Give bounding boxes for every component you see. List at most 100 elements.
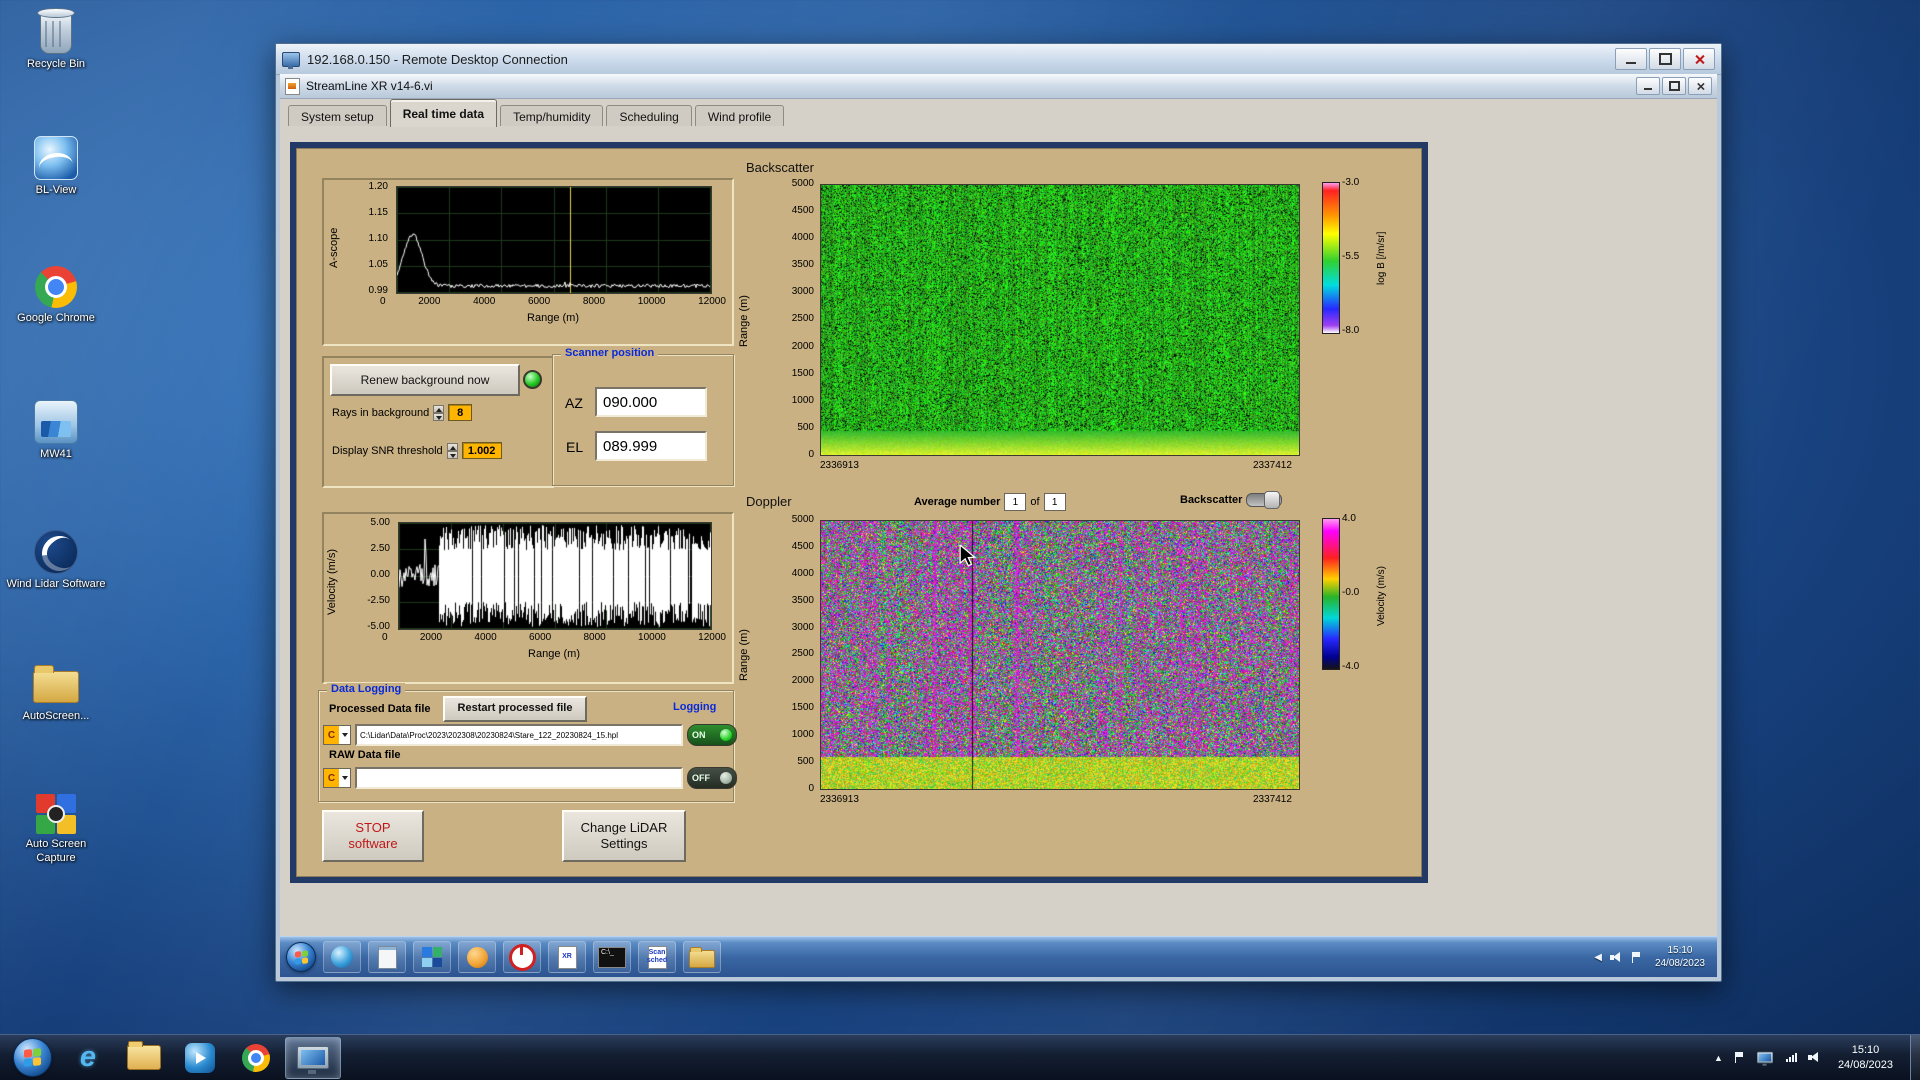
processed-path-field[interactable]: C:\Lidar\Data\Proc\2023\202308\20230824\…	[355, 724, 683, 746]
processed-drive-select[interactable]: C	[323, 725, 351, 745]
scanner-position-title: Scanner position	[561, 347, 658, 359]
taskbar-internet-explorer[interactable]: e	[61, 1038, 115, 1078]
a-scope-x-axis-label: Range (m)	[396, 312, 710, 324]
app-close-button[interactable]	[1688, 77, 1712, 95]
a-scope-y-ticks: 1.20 1.15 1.10 1.05 0.99	[346, 182, 388, 296]
snr-spinner[interactable]	[447, 443, 458, 459]
remote-taskbar-scan-scheduler[interactable]: Scan sched	[638, 941, 676, 973]
tick-label: 0.99	[369, 286, 388, 296]
average-number-control: Average number 1 of 1	[914, 493, 1066, 511]
toggle-knob	[720, 729, 732, 741]
tick-label: 0	[380, 297, 386, 307]
rdp-tray-icon[interactable]	[1757, 1052, 1773, 1064]
tab-system-setup[interactable]: System setup	[288, 105, 387, 127]
volume-icon[interactable]	[1610, 952, 1623, 963]
show-desktop-button[interactable]	[1910, 1035, 1920, 1080]
desktop-icon-recycle-bin[interactable]: Recycle Bin	[2, 8, 110, 72]
processed-data-file-label: Processed Data file	[329, 703, 431, 715]
taskbar-chrome[interactable]	[229, 1038, 283, 1078]
toggle-on-label: ON	[692, 730, 706, 740]
toggle-knob	[720, 772, 732, 784]
remote-taskbar-power[interactable]	[503, 941, 541, 973]
average-total-field[interactable]: 1	[1044, 493, 1066, 511]
desktop-icon-autoscreen-folder[interactable]: AutoScreen...	[2, 660, 110, 724]
rdp-maximize-button[interactable]	[1649, 48, 1681, 70]
desktop-icon-label: MW41	[40, 448, 72, 462]
chrome-icon	[35, 262, 77, 308]
tick-label: 5000	[792, 515, 814, 525]
app-titlebar[interactable]: StreamLine XR v14-6.vi	[280, 74, 1717, 99]
velocity-y-ticks: 5.00 2.50 0.00 -2.50 -5.00	[342, 518, 390, 632]
desktop-icon-wind-lidar[interactable]: Wind Lidar Software	[2, 528, 110, 592]
remote-taskbar-paint[interactable]	[458, 941, 496, 973]
remote-clock[interactable]: 15:10 24/08/2023	[1649, 944, 1711, 971]
doppler-colorbar	[1322, 518, 1340, 670]
tick-label: 1500	[792, 369, 814, 379]
raw-drive-select[interactable]: C	[323, 768, 351, 788]
tick-label: 12000	[698, 633, 726, 643]
windows-flag-icon	[295, 950, 308, 964]
desktop-icon-bl-view[interactable]: BL-View	[2, 134, 110, 198]
taskbar-remote-desktop[interactable]	[285, 1037, 341, 1079]
show-hidden-icons-arrow[interactable]: ▲	[1714, 1053, 1723, 1063]
rdp-close-button[interactable]	[1683, 48, 1715, 70]
start-button[interactable]	[5, 1038, 59, 1078]
taskbar-clock[interactable]: 15:10 24/08/2023	[1832, 1043, 1899, 1073]
network-icon[interactable]	[1786, 1053, 1797, 1062]
change-lidar-settings-button[interactable]: Change LiDAR Settings	[562, 810, 686, 862]
processed-path-row: C C:\Lidar\Data\Proc\2023\202308\2023082…	[323, 724, 737, 746]
restart-processed-file-button[interactable]: Restart processed file	[443, 696, 587, 722]
app-client-area: A-scope 1.20 1.15 1.10 1.05 0.99 0 2000 4000 60…	[280, 126, 1717, 937]
snr-value-field[interactable]: 1.002	[462, 442, 502, 459]
action-center-flag-icon[interactable]	[1631, 952, 1641, 963]
dropdown-arrow-icon	[339, 733, 350, 737]
tick-label: 2000	[792, 342, 814, 352]
az-label: AZ	[565, 395, 583, 411]
raw-path-field[interactable]	[355, 767, 683, 789]
stop-software-button[interactable]: STOP software	[322, 810, 424, 862]
tick-label: -5.00	[367, 622, 390, 632]
backscatter-doppler-slider[interactable]	[1246, 493, 1282, 507]
remote-taskbar-notepad[interactable]	[368, 941, 406, 973]
tick-label: 2500	[792, 314, 814, 324]
rays-spinner[interactable]	[433, 405, 444, 421]
desktop-icon-auto-screen-capture[interactable]: Auto Screen Capture	[2, 788, 110, 866]
rays-value-field[interactable]: 8	[448, 404, 472, 421]
hidden-icons-arrow[interactable]: ◀	[1594, 952, 1602, 963]
drive-letter: C	[324, 769, 339, 787]
taskbar-media-player[interactable]	[173, 1038, 227, 1078]
remote-taskbar-remote-tiles[interactable]	[413, 941, 451, 973]
processed-logging-toggle[interactable]: ON	[687, 724, 737, 746]
volume-icon[interactable]	[1808, 1052, 1821, 1063]
rdp-minimize-button[interactable]	[1615, 48, 1647, 70]
logging-label: Logging	[669, 701, 720, 713]
desktop-icon-mw41[interactable]: MW41	[2, 398, 110, 462]
el-value-field[interactable]: 089.999	[595, 431, 707, 461]
backscatter-toggle-control: Backscatter	[1180, 493, 1282, 507]
tab-wind-profile[interactable]: Wind profile	[695, 105, 784, 127]
average-number-field[interactable]: 1	[1004, 493, 1026, 511]
remote-taskbar-xr-app[interactable]: XR	[548, 941, 586, 973]
remote-taskbar-network-globe[interactable]	[323, 941, 361, 973]
desktop-icon-google-chrome[interactable]: Google Chrome	[2, 262, 110, 326]
tab-temp-humidity[interactable]: Temp/humidity	[500, 105, 603, 127]
rdp-window-title: 192.168.0.150 - Remote Desktop Connectio…	[307, 52, 568, 67]
az-value-field[interactable]: 090.000	[595, 387, 707, 417]
action-center-flag-icon[interactable]	[1734, 1052, 1744, 1063]
tick-label: -3.0	[1342, 178, 1359, 188]
taskbar-windows-explorer[interactable]	[117, 1038, 171, 1078]
desktop-icon-label: BL-View	[36, 184, 77, 198]
tab-scheduling[interactable]: Scheduling	[606, 105, 691, 127]
tab-real-time-data[interactable]: Real time data	[390, 99, 497, 127]
remote-start-button[interactable]	[286, 942, 316, 972]
raw-logging-toggle[interactable]: OFF	[687, 767, 737, 789]
rdp-titlebar[interactable]: 192.168.0.150 - Remote Desktop Connectio…	[276, 44, 1721, 75]
recycle-bin-icon	[40, 8, 72, 54]
renew-background-button[interactable]: Renew background now	[330, 364, 520, 396]
a-scope-plot	[396, 186, 712, 294]
remote-taskbar-terminal[interactable]: C:\_	[593, 941, 631, 973]
app-minimize-button[interactable]	[1636, 77, 1660, 95]
el-label: EL	[566, 439, 583, 455]
app-restore-button[interactable]	[1662, 77, 1686, 95]
remote-taskbar-folder[interactable]	[683, 941, 721, 973]
